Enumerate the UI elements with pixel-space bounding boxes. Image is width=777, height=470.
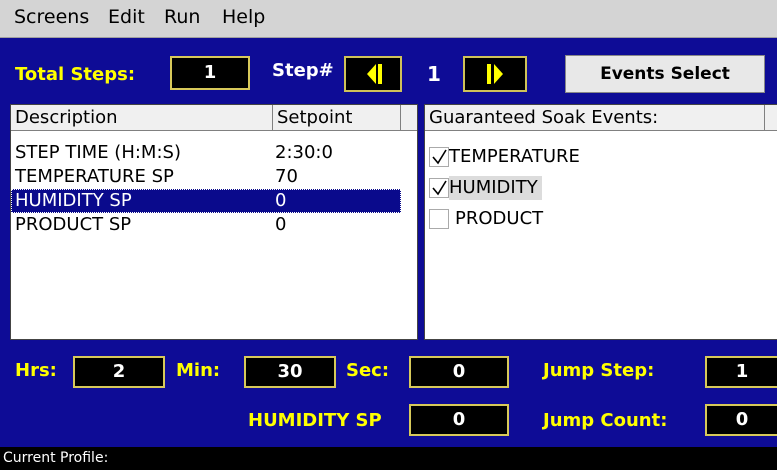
jump-count-field[interactable]: 0 xyxy=(705,404,777,436)
checkmark-icon xyxy=(432,149,447,165)
sec-field[interactable]: 0 xyxy=(409,356,509,388)
jump-count-label: Jump Count: xyxy=(543,410,668,431)
min-field[interactable]: 30 xyxy=(244,356,336,388)
next-arrow-icon xyxy=(487,64,503,84)
status-bar: Current Profile: xyxy=(0,447,777,470)
jump-step-field[interactable]: 1 xyxy=(705,356,777,388)
edit-field-label: HUMIDITY SP xyxy=(248,410,382,431)
column-header-description[interactable]: Description xyxy=(11,105,273,130)
step-label: Step# xyxy=(272,60,334,81)
menu-edit[interactable]: Edit xyxy=(108,6,145,28)
total-steps-field[interactable]: 1 xyxy=(170,56,250,90)
step-number: 1 xyxy=(427,62,441,86)
row-setpoint: 2:30:0 xyxy=(275,142,333,163)
soak-item-humidity[interactable]: HUMIDITY xyxy=(429,176,659,200)
soak-item-label: HUMIDITY xyxy=(449,176,542,200)
jump-step-label: Jump Step: xyxy=(543,360,655,381)
column-header-soak-events[interactable]: Guaranteed Soak Events: xyxy=(425,105,765,130)
checkbox-product[interactable] xyxy=(429,209,449,229)
steps-table: Description Setpoint STEP TIME (H:M:S) 2… xyxy=(10,104,418,340)
table-row[interactable]: PRODUCT SP 0 xyxy=(11,213,401,237)
column-header-setpoint[interactable]: Setpoint xyxy=(273,105,401,130)
menu-screens[interactable]: Screens xyxy=(14,6,89,28)
hrs-label: Hrs: xyxy=(15,360,57,381)
row-description: PRODUCT SP xyxy=(15,214,132,235)
menu-bar: Screens Edit Run Help xyxy=(0,0,777,38)
edit-field-value[interactable]: 0 xyxy=(409,404,509,436)
menu-run[interactable]: Run xyxy=(164,6,200,28)
checkbox-humidity[interactable] xyxy=(429,178,449,198)
soak-item-temperature[interactable]: TEMPERATURE xyxy=(429,145,659,169)
previous-step-button[interactable] xyxy=(344,56,402,92)
column-header-blank xyxy=(401,105,417,130)
table-row-selected[interactable]: HUMIDITY SP 0 xyxy=(11,189,401,213)
next-step-button[interactable] xyxy=(463,56,527,92)
row-description: STEP TIME (H:M:S) xyxy=(15,142,181,163)
sec-label: Sec: xyxy=(346,360,390,381)
menu-help[interactable]: Help xyxy=(222,6,265,28)
min-label: Min: xyxy=(176,360,221,381)
soak-events-list: Guaranteed Soak Events: TEMPERATURE HUMI… xyxy=(424,104,777,340)
soak-item-label: TEMPERATURE xyxy=(449,146,580,167)
checkmark-icon xyxy=(432,180,447,196)
row-setpoint: 70 xyxy=(275,166,298,187)
row-description: HUMIDITY SP xyxy=(15,190,132,211)
soak-item-label: PRODUCT xyxy=(455,208,544,229)
events-select-button[interactable]: Events Select xyxy=(565,55,765,93)
checkbox-temperature[interactable] xyxy=(429,147,449,167)
soak-item-product[interactable]: PRODUCT xyxy=(429,207,659,231)
table-row[interactable]: STEP TIME (H:M:S) 2:30:0 xyxy=(11,141,401,165)
steps-table-header: Description Setpoint xyxy=(11,105,417,131)
current-profile-label: Current Profile: xyxy=(3,450,109,466)
previous-arrow-icon xyxy=(367,64,382,84)
soak-events-header: Guaranteed Soak Events: xyxy=(425,105,777,131)
hrs-field[interactable]: 2 xyxy=(73,356,165,388)
table-row[interactable]: TEMPERATURE SP 70 xyxy=(11,165,401,189)
row-setpoint: 0 xyxy=(275,190,287,211)
row-description: TEMPERATURE SP xyxy=(15,166,174,187)
total-steps-label: Total Steps: xyxy=(15,64,136,85)
row-setpoint: 0 xyxy=(275,214,287,235)
